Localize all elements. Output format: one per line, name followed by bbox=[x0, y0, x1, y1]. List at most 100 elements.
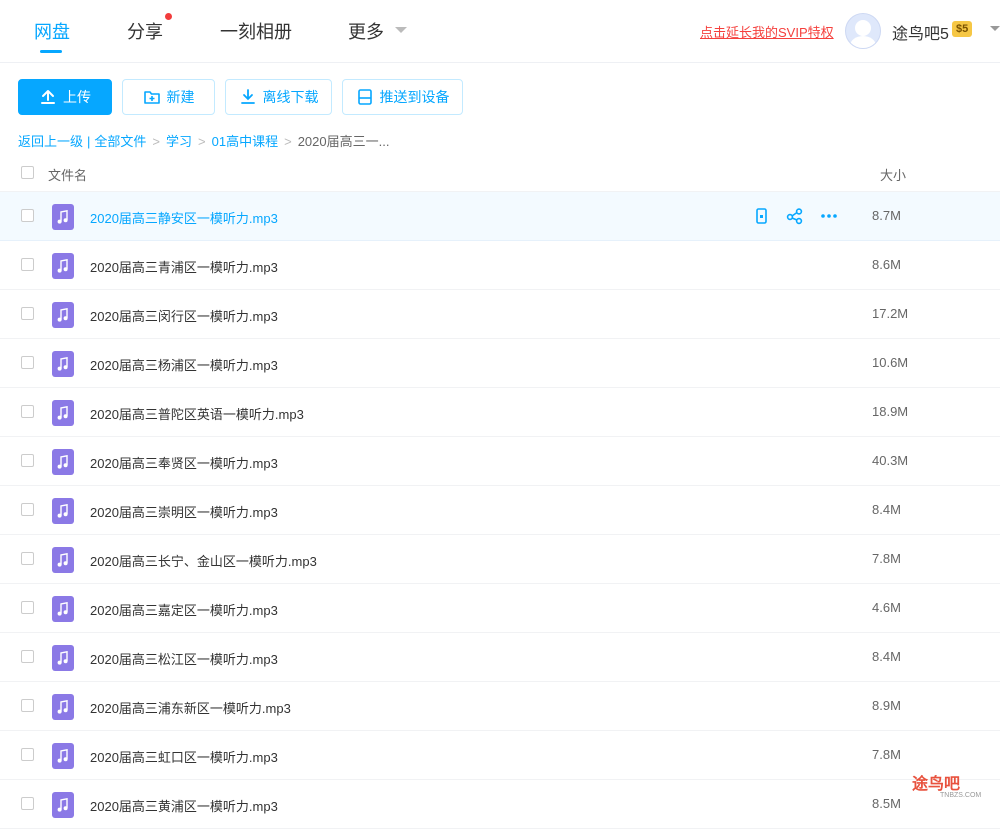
offline-download-button[interactable]: 离线下载 bbox=[225, 79, 332, 115]
music-file-icon bbox=[52, 449, 74, 475]
svip-promo-link[interactable]: 点击延长我的SVIP特权 bbox=[700, 22, 834, 41]
table-row[interactable]: 2020届高三静安区一模听力.mp3 8.7M bbox=[0, 192, 1000, 241]
new-folder-icon bbox=[143, 91, 160, 104]
file-name[interactable]: 2020届高三黄浦区一模听力.mp3 bbox=[90, 796, 278, 815]
tab-share[interactable]: 分享 bbox=[127, 18, 163, 44]
table-row[interactable]: 2020届高三青浦区一模听力.mp3 8.6M bbox=[0, 241, 1000, 290]
file-name[interactable]: 2020届高三静安区一模听力.mp3 bbox=[90, 208, 278, 227]
table-header: 文件名 大小 bbox=[0, 155, 1000, 192]
music-file-icon bbox=[52, 302, 74, 328]
table-row[interactable]: 2020届高三浦东新区一模听力.mp3 8.9M bbox=[0, 682, 1000, 731]
file-size: 18.9M bbox=[872, 404, 909, 419]
column-header-size[interactable]: 大小 bbox=[880, 165, 906, 184]
music-file-icon bbox=[52, 694, 74, 720]
upload-label: 上传 bbox=[63, 89, 91, 105]
file-name[interactable]: 2020届高三长宁、金山区一模听力.mp3 bbox=[90, 551, 317, 570]
back-link[interactable]: 返回上一级 bbox=[18, 134, 83, 149]
file-name[interactable]: 2020届高三浦东新区一模听力.mp3 bbox=[90, 698, 291, 717]
file-size: 8.5M bbox=[872, 796, 901, 811]
file-name[interactable]: 2020届高三闵行区一模听力.mp3 bbox=[90, 306, 278, 325]
more-icon[interactable] bbox=[820, 207, 838, 225]
row-checkbox[interactable] bbox=[21, 699, 34, 712]
row-checkbox[interactable] bbox=[21, 405, 34, 418]
new-label: 新建 bbox=[166, 89, 195, 105]
row-checkbox[interactable] bbox=[21, 748, 34, 761]
table-row[interactable]: 2020届高三松江区一模听力.mp3 8.4M bbox=[0, 633, 1000, 682]
breadcrumb-item-course[interactable]: 01高中课程 bbox=[212, 134, 278, 149]
tab-more[interactable]: 更多 bbox=[348, 18, 384, 44]
upload-button[interactable]: 上传 bbox=[18, 79, 112, 115]
file-size: 8.4M bbox=[872, 502, 901, 517]
breadcrumb-arrow: > bbox=[284, 134, 292, 149]
table-row[interactable]: 2020届高三崇明区一模听力.mp3 8.4M bbox=[0, 486, 1000, 535]
row-actions bbox=[752, 207, 838, 225]
breadcrumb-separator: | bbox=[87, 134, 91, 149]
row-checkbox[interactable] bbox=[21, 601, 34, 614]
table-row[interactable]: 2020届高三虹口区一模听力.mp3 7.8M bbox=[0, 731, 1000, 780]
phone-icon[interactable] bbox=[752, 207, 770, 225]
user-menu-chevron-icon[interactable] bbox=[990, 26, 1000, 31]
file-list: 2020届高三静安区一模听力.mp3 8.7M 2020届高三青浦区一模听力.mp3… bbox=[0, 192, 1000, 829]
file-size: 7.8M bbox=[872, 551, 901, 566]
music-file-icon bbox=[52, 743, 74, 769]
breadcrumb: 返回上一级 | 全部文件 > 学习 >01高中课程 >2020届高三一... bbox=[18, 131, 389, 150]
level-badge: $5 bbox=[952, 21, 973, 37]
table-row[interactable]: 2020届高三长宁、金山区一模听力.mp3 7.8M bbox=[0, 535, 1000, 584]
file-name[interactable]: 2020届高三崇明区一模听力.mp3 bbox=[90, 502, 278, 521]
file-name[interactable]: 2020届高三虹口区一模听力.mp3 bbox=[90, 747, 278, 766]
file-name[interactable]: 2020届高三奉贤区一模听力.mp3 bbox=[90, 453, 278, 472]
table-row[interactable]: 2020届高三嘉定区一模听力.mp3 4.6M bbox=[0, 584, 1000, 633]
notification-dot bbox=[165, 13, 172, 20]
music-file-icon bbox=[52, 204, 74, 230]
file-name[interactable]: 2020届高三青浦区一模听力.mp3 bbox=[90, 257, 278, 276]
breadcrumb-item-study[interactable]: 学习 bbox=[166, 134, 192, 149]
push-to-device-button[interactable]: 推送到设备 bbox=[342, 79, 463, 115]
file-name[interactable]: 2020届高三普陀区英语一模听力.mp3 bbox=[90, 404, 304, 423]
breadcrumb-arrow: > bbox=[152, 134, 161, 149]
row-checkbox[interactable] bbox=[21, 307, 34, 320]
table-row[interactable]: 2020届高三闵行区一模听力.mp3 17.2M bbox=[0, 290, 1000, 339]
table-row[interactable]: 2020届高三普陀区英语一模听力.mp3 18.9M bbox=[0, 388, 1000, 437]
music-file-icon bbox=[52, 547, 74, 573]
device-icon bbox=[357, 89, 372, 105]
tab-netdisk[interactable]: 网盘 bbox=[34, 18, 70, 44]
file-size: 17.2M bbox=[872, 306, 909, 321]
watermark-subtext: TNBZS.COM bbox=[940, 792, 982, 799]
table-row[interactable]: 2020届高三杨浦区一模听力.mp3 10.6M bbox=[0, 339, 1000, 388]
file-name[interactable]: 2020届高三嘉定区一模听力.mp3 bbox=[90, 600, 278, 619]
row-checkbox[interactable] bbox=[21, 454, 34, 467]
music-file-icon bbox=[52, 792, 74, 818]
top-nav: 网盘 分享 一刻相册 更多 点击延长我的SVIP特权 途鸟吧5 $5 bbox=[0, 0, 1000, 63]
breadcrumb-arrow: > bbox=[198, 134, 206, 149]
table-row[interactable]: 2020届高三奉贤区一模听力.mp3 40.3M bbox=[0, 437, 1000, 486]
avatar[interactable] bbox=[845, 13, 881, 49]
upload-icon bbox=[41, 90, 55, 104]
music-file-icon bbox=[52, 645, 74, 671]
row-checkbox[interactable] bbox=[21, 258, 34, 271]
row-checkbox[interactable] bbox=[21, 797, 34, 810]
row-checkbox[interactable] bbox=[21, 356, 34, 369]
file-size: 8.4M bbox=[872, 649, 901, 664]
push-to-device-label: 推送到设备 bbox=[379, 89, 450, 105]
file-name[interactable]: 2020届高三松江区一模听力.mp3 bbox=[90, 649, 278, 668]
file-size: 4.6M bbox=[872, 600, 901, 615]
row-checkbox[interactable] bbox=[21, 503, 34, 516]
table-row[interactable]: 2020届高三黄浦区一模听力.mp3 8.5M bbox=[0, 780, 1000, 829]
new-button[interactable]: 新建 bbox=[122, 79, 215, 115]
column-header-name[interactable]: 文件名 bbox=[48, 165, 87, 184]
username[interactable]: 途鸟吧5 bbox=[892, 20, 949, 44]
watermark-text: 途鸟吧 bbox=[912, 776, 961, 793]
all-files-link[interactable]: 全部文件 bbox=[94, 134, 146, 149]
music-file-icon bbox=[52, 498, 74, 524]
file-name[interactable]: 2020届高三杨浦区一模听力.mp3 bbox=[90, 355, 278, 374]
share-icon[interactable] bbox=[786, 207, 804, 225]
row-checkbox[interactable] bbox=[21, 650, 34, 663]
download-icon bbox=[240, 89, 255, 104]
music-file-icon bbox=[52, 351, 74, 377]
row-checkbox[interactable] bbox=[21, 209, 34, 222]
chevron-down-icon[interactable] bbox=[395, 27, 407, 33]
row-checkbox[interactable] bbox=[21, 552, 34, 565]
tab-album[interactable]: 一刻相册 bbox=[220, 18, 292, 44]
select-all-checkbox[interactable] bbox=[21, 166, 34, 179]
watermark-logo: 途鸟吧 TNBZS.COM bbox=[912, 770, 981, 799]
